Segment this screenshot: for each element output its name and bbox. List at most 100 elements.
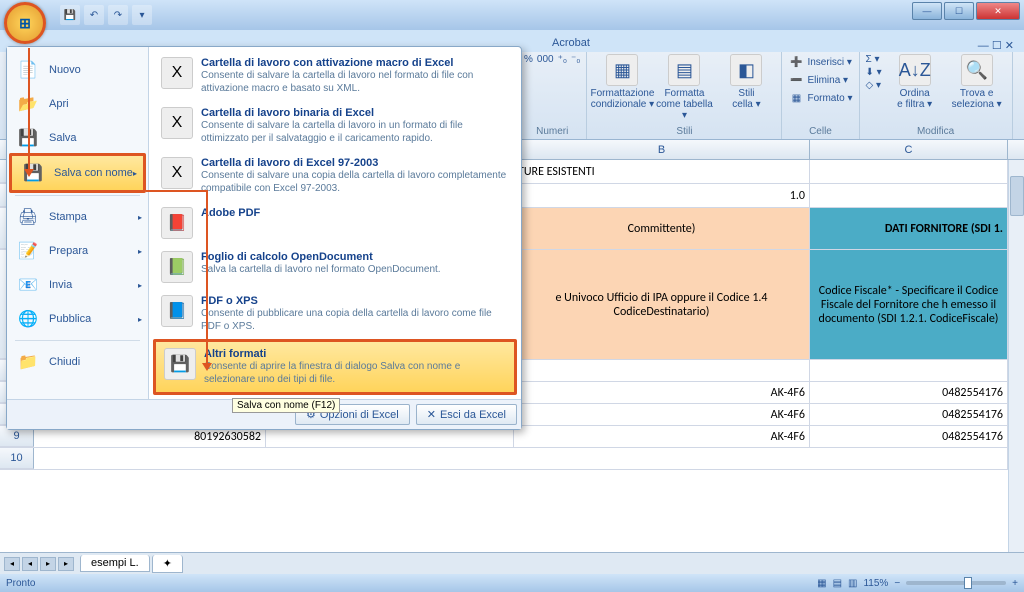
group-label-cells: Celle: [788, 125, 852, 137]
office-menu: 📄Nuovo 📂Apri 💾Salva 💾Salva con nome▸ 🖨St…: [6, 46, 522, 430]
find-select-button[interactable]: 🔍Trova e seleziona ▾: [948, 54, 1006, 110]
clear-button[interactable]: ◇ ▾: [866, 80, 882, 91]
col-header-c[interactable]: C: [810, 140, 1008, 159]
conditional-formatting-button[interactable]: ▦Formattazione condizionale ▾: [593, 54, 651, 110]
qat-undo-icon[interactable]: ↶: [84, 5, 104, 25]
qat-customize-icon[interactable]: ▾: [132, 5, 152, 25]
view-pagebreak-icon[interactable]: ▥: [848, 578, 857, 589]
cell[interactable]: TURE ESISTENTI: [514, 160, 810, 183]
cell[interactable]: e Univoco Ufficio di IPA oppure il Codic…: [514, 250, 810, 359]
sheet-tabs-bar: ◂◂▸▸ esempi L. ✦: [0, 552, 1024, 574]
minimize-button[interactable]: —: [912, 2, 942, 20]
autosum-button[interactable]: Σ ▾: [866, 54, 882, 65]
find-icon: 🔍: [961, 54, 993, 86]
other-formats-icon: 💾: [164, 348, 196, 380]
save-as-binary[interactable]: XCartella di lavoro binaria di ExcelCons…: [153, 101, 517, 151]
increase-decimal-button[interactable]: ⁺₀: [558, 54, 567, 65]
zoom-slider-thumb[interactable]: [964, 577, 972, 589]
ribbon-group-edit: Σ ▾ ⬇ ▾ ◇ ▾ A↓ZOrdina e filtra ▾ 🔍Trova …: [860, 52, 1013, 139]
title-bar: ⊞ 💾 ↶ ↷ ▾ — ☐ ✕: [0, 0, 1024, 30]
view-layout-icon[interactable]: ▤: [833, 578, 842, 589]
chevron-right-icon: ▸: [138, 315, 142, 324]
new-sheet-button[interactable]: ✦: [152, 555, 183, 573]
chevron-right-icon: ▸: [138, 213, 142, 222]
close-button[interactable]: ✕: [976, 2, 1020, 20]
zoom-in-button[interactable]: +: [1012, 578, 1018, 589]
row-header[interactable]: 10: [0, 448, 34, 469]
ribbon-group-cells: ➕Inserisci ▾ ➖Elimina ▾ ▦Formato ▾ Celle: [782, 52, 859, 139]
send-icon: 📧: [17, 274, 39, 296]
tab-acrobat[interactable]: Acrobat: [540, 34, 602, 52]
ribbon-minimize-icon[interactable]: — ☐ ✕: [978, 39, 1024, 52]
menu-prepare[interactable]: 📝Prepara▸: [7, 234, 148, 268]
excel-macro-icon: X: [161, 57, 193, 89]
format-as-table-icon: ▤: [668, 54, 700, 86]
prepare-icon: 📝: [17, 240, 39, 262]
menu-publish[interactable]: 🌐Pubblica▸: [7, 302, 148, 336]
cell[interactable]: AK-4F6: [514, 382, 810, 403]
publish-icon: 🌐: [17, 308, 39, 330]
maximize-button[interactable]: ☐: [944, 2, 974, 20]
menu-send[interactable]: 📧Invia▸: [7, 268, 148, 302]
annotation-arrow: [146, 190, 206, 192]
view-normal-icon[interactable]: ▦: [817, 578, 826, 589]
delete-icon: ➖: [788, 72, 804, 88]
window-controls: — ☐ ✕: [912, 2, 1020, 20]
cell[interactable]: AK-4F6: [514, 404, 810, 425]
insert-icon: ➕: [788, 54, 804, 70]
col-header-b[interactable]: B: [514, 140, 810, 159]
separator: [15, 340, 140, 341]
cell[interactable]: 1.0: [514, 184, 810, 207]
sort-filter-button[interactable]: A↓ZOrdina e filtra ▾: [886, 54, 944, 110]
cell[interactable]: Codice Fiscale* - Specificare il Codice …: [810, 250, 1008, 359]
separator: [15, 195, 140, 196]
office-button[interactable]: ⊞: [4, 2, 46, 44]
status-ready: Pronto: [6, 578, 35, 589]
annotation-arrow: [206, 190, 208, 368]
insert-cells-button[interactable]: ➕Inserisci ▾: [788, 54, 851, 70]
group-label-number: Numeri: [524, 125, 580, 137]
cell[interactable]: AK-4F6: [514, 426, 810, 447]
thousands-button[interactable]: 000: [537, 54, 554, 65]
cell[interactable]: 0482554176: [810, 404, 1008, 425]
conditional-formatting-icon: ▦: [606, 54, 638, 86]
excel-binary-icon: X: [161, 107, 193, 139]
ribbon-group-styles: ▦Formattazione condizionale ▾ ▤Formatta …: [587, 52, 782, 139]
sheet-nav-buttons[interactable]: ◂◂▸▸: [0, 557, 78, 571]
group-label-styles: Stili: [593, 125, 775, 137]
cell[interactable]: Committente): [514, 208, 810, 249]
group-label-edit: Modifica: [866, 125, 1006, 137]
zoom-level[interactable]: 115%: [863, 578, 888, 589]
sheet-tab[interactable]: esempi L.: [80, 555, 150, 572]
keyboard-tooltip: Salva con nome (F12): [232, 398, 340, 413]
annotation-arrow: [28, 48, 30, 174]
menu-close[interactable]: 📁Chiudi: [7, 345, 148, 379]
cell[interactable]: 0482554176: [810, 426, 1008, 447]
delete-cells-button[interactable]: ➖Elimina ▾: [788, 72, 848, 88]
fill-button[interactable]: ⬇ ▾: [866, 67, 882, 78]
zoom-out-button[interactable]: −: [894, 578, 900, 589]
format-as-table-button[interactable]: ▤Formatta come tabella ▾: [655, 54, 713, 121]
odf-icon: 📗: [161, 251, 193, 283]
qat-redo-icon[interactable]: ↷: [108, 5, 128, 25]
chevron-right-icon: ▸: [133, 169, 137, 178]
menu-print[interactable]: 🖨Stampa▸: [7, 200, 148, 234]
status-bar: Pronto ▦ ▤ ▥ 115% − +: [0, 574, 1024, 592]
zoom-slider[interactable]: [906, 581, 1006, 585]
save-as-macro[interactable]: XCartella di lavoro con attivazione macr…: [153, 51, 517, 101]
percent-button[interactable]: %: [524, 54, 533, 65]
print-icon: 🖨: [17, 206, 39, 228]
quick-access-toolbar: 💾 ↶ ↷ ▾: [60, 5, 152, 25]
cell-styles-button[interactable]: ◧Stili cella ▾: [717, 54, 775, 110]
format-cells-button[interactable]: ▦Formato ▾: [788, 90, 852, 106]
cell[interactable]: 0482554176: [810, 382, 1008, 403]
decrease-decimal-button[interactable]: ⁻₀: [571, 54, 580, 65]
adobe-pdf-icon: 📕: [161, 207, 193, 239]
vertical-scrollbar[interactable]: [1008, 160, 1024, 552]
scrollbar-thumb[interactable]: [1010, 176, 1024, 216]
close-folder-icon: 📁: [17, 351, 39, 373]
office-menu-right: XCartella di lavoro con attivazione macr…: [149, 47, 521, 399]
exit-excel-button[interactable]: ✕Esci da Excel: [416, 404, 517, 425]
qat-save-icon[interactable]: 💾: [60, 5, 80, 25]
cell[interactable]: DATI FORNITORE (SDI 1.: [810, 208, 1008, 249]
